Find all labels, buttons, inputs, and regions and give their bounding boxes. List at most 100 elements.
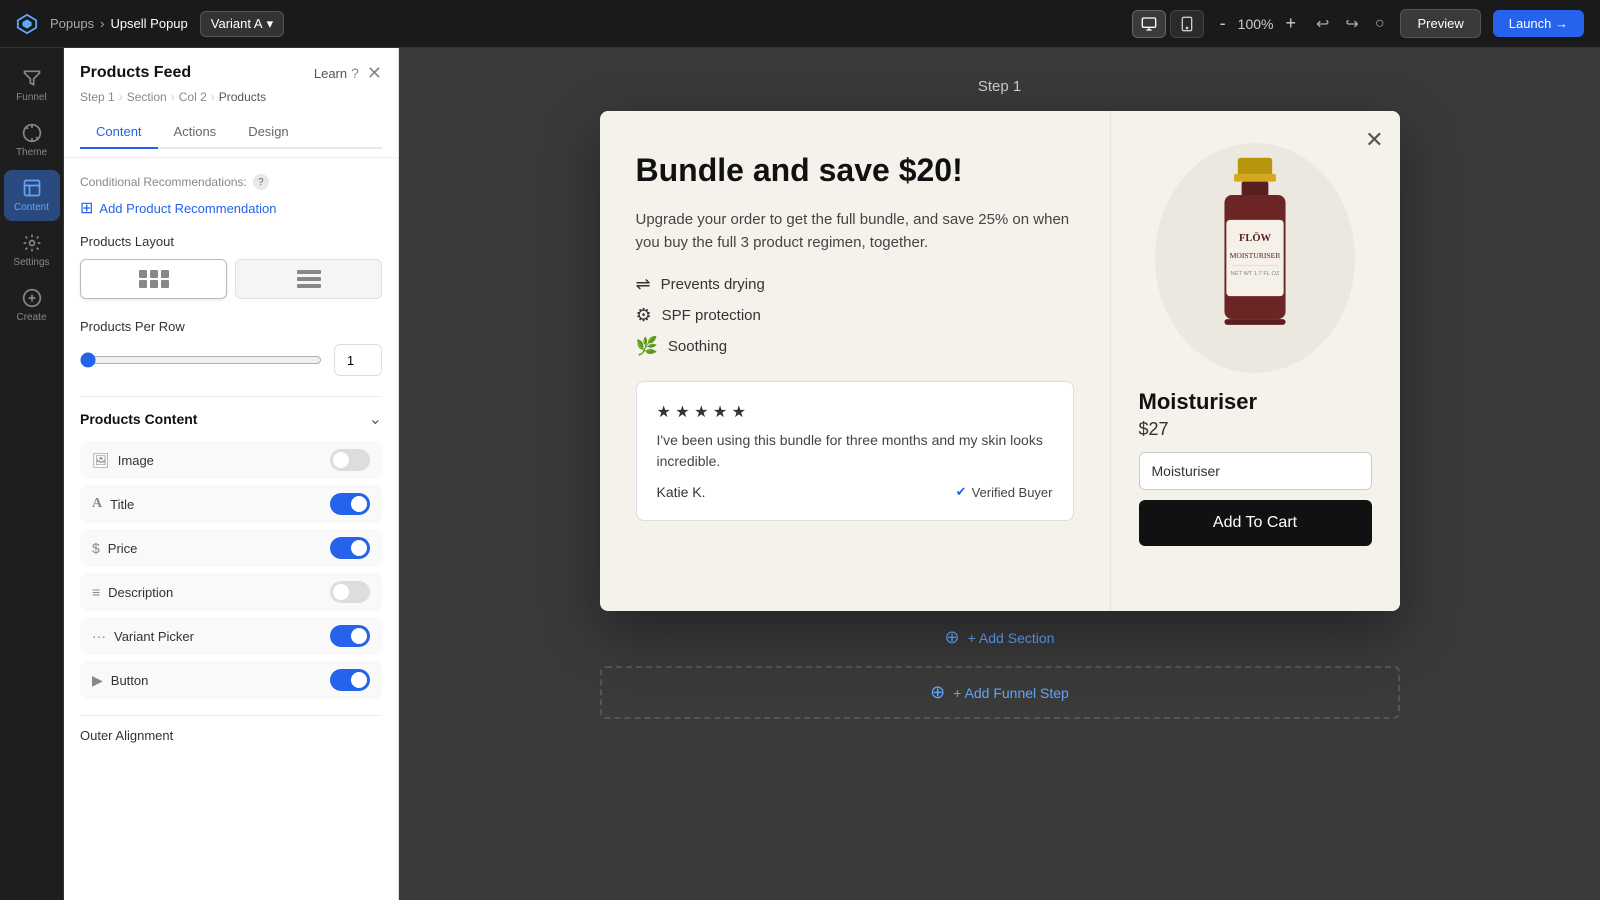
outer-alignment-label: Outer Alignment <box>80 728 382 743</box>
per-row-input[interactable] <box>334 344 382 376</box>
zoom-level: 100% <box>1238 16 1274 32</box>
modal-subtitle: Upgrade your order to get the full bundl… <box>636 209 1074 254</box>
check-btn[interactable]: ○ <box>1371 11 1389 37</box>
svg-text:MOISTURISER: MOISTURISER <box>1230 251 1282 260</box>
svg-text:FLŌW: FLŌW <box>1239 232 1272 244</box>
testimonial-verified: ✔ Verified Buyer <box>956 484 1053 500</box>
layout-grid-btn[interactable] <box>80 259 227 299</box>
sidebar-item-theme[interactable]: Theme <box>4 115 60 166</box>
zoom-out-btn[interactable]: - <box>1216 13 1230 34</box>
products-content-header[interactable]: Products Content ⌄ <box>80 409 382 429</box>
panel-content: Conditional Recommendations: ? ⊞ Add Pro… <box>64 158 398 900</box>
toggle-button-row: ▶ Button <box>80 661 382 699</box>
tab-design[interactable]: Design <box>232 116 304 149</box>
device-switcher <box>1132 10 1204 38</box>
modal-right: FLŌW MOISTURISER NET WT 1.7 FL OZ Moistu… <box>1110 111 1400 611</box>
panel-breadcrumb: Step 1 › Section › Col 2 › Products <box>80 90 382 104</box>
tab-content[interactable]: Content <box>80 116 158 149</box>
variant-selector[interactable]: Variant A ▾ <box>200 11 284 37</box>
feature-spf: ⚙ SPF protection <box>636 305 1074 326</box>
redo-btn[interactable]: ↪ <box>1341 10 1362 38</box>
step-label: Step 1 <box>978 78 1021 95</box>
breadcrumb: Popups › Upsell Popup <box>50 16 188 31</box>
spf-icon: ⚙ <box>636 305 652 326</box>
toggle-variant-picker-row: ··· Variant Picker <box>80 617 382 655</box>
button-toggle[interactable] <box>330 669 370 691</box>
preview-btn[interactable]: Preview <box>1400 9 1480 38</box>
modal-title: Bundle and save $20! <box>636 151 1074 189</box>
button-icon: ▶ <box>92 672 103 689</box>
svg-text:NET WT 1.7 FL OZ: NET WT 1.7 FL OZ <box>1231 271 1280 277</box>
sidebar-item-create[interactable]: Create <box>4 280 60 331</box>
undo-btn[interactable]: ↩ <box>1312 10 1333 38</box>
add-section-bar[interactable]: ⊕ + Add Section <box>929 611 1071 664</box>
breadcrumb-step1[interactable]: Step 1 <box>80 90 115 104</box>
zoom-control: - 100% + <box>1216 13 1300 34</box>
feature-soothing: 🌿 Soothing <box>636 336 1074 357</box>
description-toggle[interactable] <box>330 581 370 603</box>
testimonial-stars: ★ ★ ★ ★ ★ <box>657 402 1053 422</box>
price-icon: $ <box>92 540 100 556</box>
add-funnel-step-bar[interactable]: ⊕ + Add Funnel Step <box>600 666 1400 719</box>
learn-link[interactable]: Learn ? <box>314 65 359 81</box>
add-recommendation-btn[interactable]: ⊞ Add Product Recommendation <box>80 198 382 218</box>
panel-tabs: Content Actions Design <box>80 116 382 149</box>
product-name: Moisturiser <box>1139 389 1258 415</box>
main-layout: Funnel Theme Content Settings Create Pro… <box>0 48 1600 900</box>
price-toggle[interactable] <box>330 537 370 559</box>
per-row-label: Products Per Row <box>80 319 382 334</box>
modal: ✕ Bundle and save $20! Upgrade your orde… <box>600 111 1400 611</box>
variant-picker-icon: ··· <box>92 628 106 644</box>
breadcrumb-col2[interactable]: Col 2 <box>179 90 207 104</box>
toggle-title-row: A Title <box>80 485 382 523</box>
icon-sidebar: Funnel Theme Content Settings Create <box>0 48 64 900</box>
modal-features: ⇌ Prevents drying ⚙ SPF protection 🌿 Soo… <box>636 274 1074 357</box>
verified-check-icon: ✔ <box>956 484 967 500</box>
desktop-view-btn[interactable] <box>1132 10 1166 38</box>
panel-close-btn[interactable]: ✕ <box>367 64 382 82</box>
soothing-icon: 🌿 <box>636 336 658 357</box>
layout-options <box>80 259 382 299</box>
breadcrumb-section[interactable]: Section <box>127 90 167 104</box>
products-layout-label: Products Layout <box>80 234 382 249</box>
product-bottle-image: FLŌW MOISTURISER NET WT 1.7 FL OZ <box>1195 153 1315 363</box>
title-icon: A <box>92 496 102 512</box>
add-section-icon: ⊕ <box>945 627 960 648</box>
breadcrumb-popups[interactable]: Popups <box>50 16 94 31</box>
collapse-products-content-btn[interactable]: ⌄ <box>369 409 382 429</box>
info-icon[interactable]: ? <box>253 174 269 190</box>
logo <box>16 13 38 35</box>
product-price: $27 <box>1139 419 1169 440</box>
sidebar-item-content[interactable]: Content <box>4 170 60 221</box>
toggle-image-row: 🖼 Image <box>80 441 382 479</box>
tab-actions[interactable]: Actions <box>158 116 233 149</box>
product-variant-select[interactable]: Moisturiser <box>1139 452 1372 490</box>
products-content-title: Products Content <box>80 411 197 427</box>
per-row-control <box>80 344 382 376</box>
testimonial: ★ ★ ★ ★ ★ I've been using this bundle fo… <box>636 381 1074 521</box>
toggle-description-row: ≡ Description <box>80 573 382 611</box>
panel-header: Products Feed Learn ? ✕ Step 1 › Section… <box>64 48 398 158</box>
add-to-cart-btn[interactable]: Add To Cart <box>1139 500 1372 546</box>
layout-list-btn[interactable] <box>235 259 382 299</box>
per-row-slider[interactable] <box>80 352 322 368</box>
modal-left: Bundle and save $20! Upgrade your order … <box>600 111 1110 611</box>
image-toggle[interactable] <box>330 449 370 471</box>
testimonial-text: I've been using this bundle for three mo… <box>657 430 1053 472</box>
sidebar-item-funnel[interactable]: Funnel <box>4 60 60 111</box>
modal-close-btn[interactable]: ✕ <box>1365 127 1383 153</box>
canvas: Step 1 ✕ Bundle and save $20! Upgrade yo… <box>399 48 1600 900</box>
description-icon: ≡ <box>92 584 100 600</box>
variant-picker-toggle[interactable] <box>330 625 370 647</box>
zoom-in-btn[interactable]: + <box>1281 13 1300 34</box>
sidebar-item-settings[interactable]: Settings <box>4 225 60 276</box>
testimonial-name: Katie K. <box>657 484 706 500</box>
panel-title: Products Feed <box>80 64 191 82</box>
toggle-price-row: $ Price <box>80 529 382 567</box>
title-toggle[interactable] <box>330 493 370 515</box>
mobile-view-btn[interactable] <box>1170 10 1204 38</box>
breadcrumb-sep1: › <box>100 16 104 31</box>
breadcrumb-current[interactable]: Upsell Popup <box>110 16 187 31</box>
launch-btn[interactable]: Launch → <box>1493 10 1584 37</box>
product-image-area: FLŌW MOISTURISER NET WT 1.7 FL OZ <box>1155 143 1355 373</box>
